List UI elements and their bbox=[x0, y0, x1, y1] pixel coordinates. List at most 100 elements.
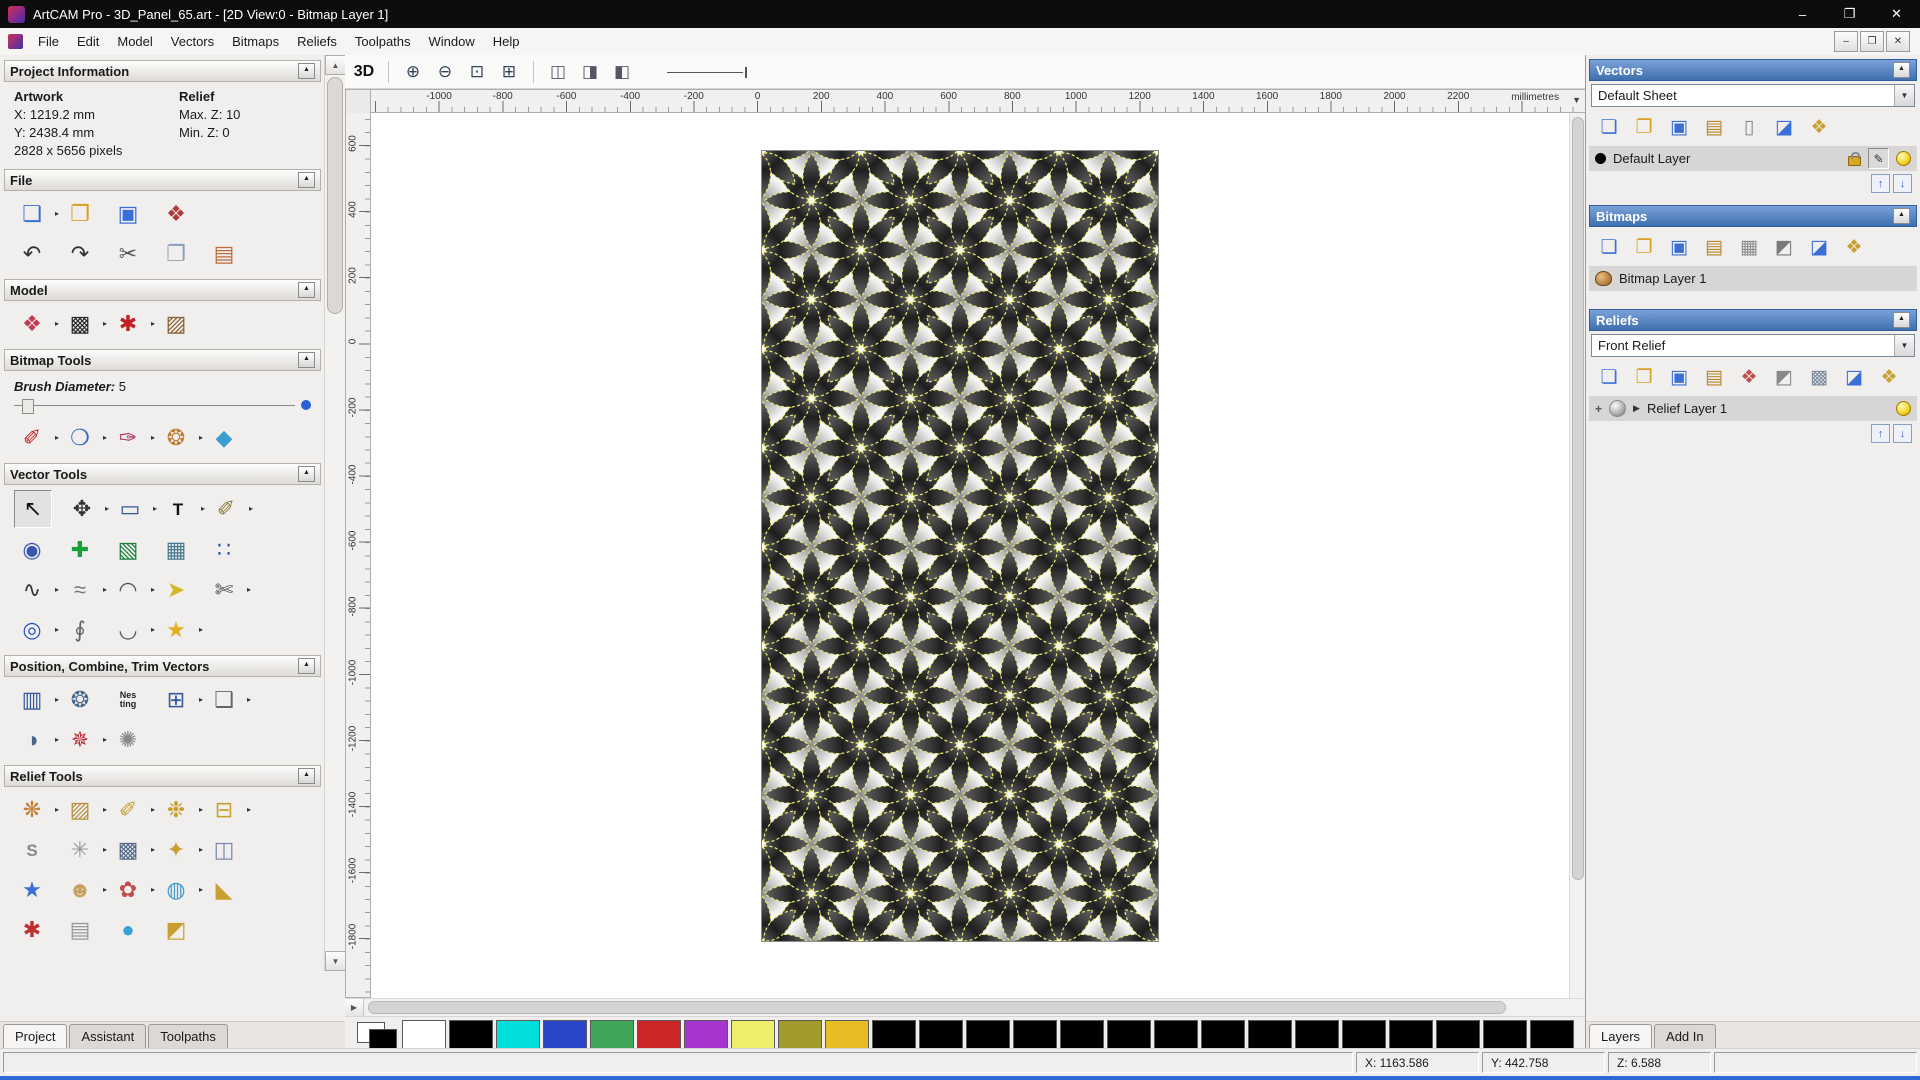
import-bitmap-button[interactable]: ▤ bbox=[1699, 232, 1729, 262]
save-bitmap-layer-button[interactable]: ▣ bbox=[1664, 232, 1694, 262]
create-circle-tool[interactable]: ◎▸ bbox=[14, 612, 50, 648]
zoom-in-tool[interactable]: ⊕ bbox=[400, 59, 426, 85]
mdi-minimize-button[interactable]: – bbox=[1834, 31, 1858, 52]
layer-colour-icon[interactable] bbox=[1595, 153, 1606, 164]
interactive-sculpting-tool[interactable]: ✦▸ bbox=[158, 832, 194, 868]
create-polyline-tool[interactable]: ∿▸ bbox=[14, 572, 50, 608]
section-header-position-combine-trim[interactable]: Position, Combine, Trim Vectors ▲ bbox=[4, 655, 321, 677]
new-model-button[interactable]: ❏▸ bbox=[14, 196, 50, 232]
visibility-bulb-icon[interactable] bbox=[1896, 401, 1911, 416]
palette-tool[interactable]: ❂▸ bbox=[158, 420, 194, 456]
cut-button[interactable]: ✂ bbox=[110, 236, 146, 272]
mdi-close-button[interactable]: ✕ bbox=[1886, 31, 1910, 52]
expand-arrow-icon[interactable]: ▶ bbox=[1633, 403, 1640, 414]
section-header-project-information[interactable]: Project Information ▲ bbox=[4, 60, 321, 82]
greyscale-button[interactable]: ◩ bbox=[1769, 232, 1799, 262]
scrollbar-thumb[interactable] bbox=[1572, 117, 1584, 880]
move-layer-up-icon[interactable]: ↑ bbox=[1871, 174, 1890, 193]
menu-window[interactable]: Window bbox=[420, 29, 484, 54]
vector-layer-row[interactable]: Default Layer ✎ bbox=[1589, 146, 1917, 171]
freehand-curve-tool[interactable]: ≈▸ bbox=[62, 572, 98, 608]
arrow-curve-tool[interactable]: ➤ bbox=[158, 572, 194, 608]
copy-button[interactable]: ❐ bbox=[158, 236, 194, 272]
horizontal-scrollbar[interactable] bbox=[364, 999, 1586, 1016]
collapse-arrow-icon[interactable]: ▲ bbox=[1893, 312, 1910, 328]
align-objects-tool[interactable]: ▥▸ bbox=[14, 682, 50, 718]
undo-button[interactable]: ↶ bbox=[14, 236, 50, 272]
adjust-model-button[interactable]: ▩▸ bbox=[62, 306, 98, 342]
weld-vectors-tool[interactable]: ✵▸ bbox=[62, 722, 98, 758]
snap-points-tool[interactable]: ∷ bbox=[206, 532, 242, 568]
bitmap-contrast-slider[interactable] bbox=[667, 65, 751, 79]
delete-bitmap-layer-button[interactable]: ◪ bbox=[1804, 232, 1834, 262]
relief-layer-row[interactable]: + ▶ Relief Layer 1 bbox=[1589, 396, 1917, 421]
move-layer-down-icon[interactable]: ↓ bbox=[1893, 174, 1912, 193]
pan-button[interactable]: ▶ bbox=[345, 999, 364, 1016]
smooth-curve-tool[interactable]: ∮ bbox=[62, 612, 98, 648]
2d-view[interactable] bbox=[371, 113, 1569, 998]
sculpting-relief-tool[interactable]: ✐▸ bbox=[110, 792, 146, 828]
close-button[interactable]: ✕ bbox=[1873, 0, 1920, 28]
zoom-out-tool[interactable]: ⊖ bbox=[432, 59, 458, 85]
menu-toolpaths[interactable]: Toolpaths bbox=[346, 29, 420, 54]
minimize-button[interactable]: – bbox=[1779, 0, 1826, 28]
document-icon[interactable] bbox=[8, 34, 23, 49]
collapse-arrow-icon[interactable]: ▲ bbox=[298, 63, 315, 79]
open-bitmap-layer-button[interactable]: ❐ bbox=[1629, 232, 1659, 262]
open-relief-layer-button[interactable]: ❐ bbox=[1629, 362, 1659, 392]
relief-slice-tool[interactable]: ◩ bbox=[158, 912, 194, 948]
artwork-panel[interactable] bbox=[761, 150, 1159, 942]
merge-bitmap-layers-button[interactable]: ❖ bbox=[1839, 232, 1869, 262]
measure-tool[interactable]: ✐▸ bbox=[208, 491, 244, 527]
reliefs-section-header[interactable]: Reliefs ▲ bbox=[1589, 309, 1917, 331]
merge-vector-layers-button[interactable]: ❖ bbox=[1804, 112, 1834, 142]
invert-relief-button[interactable]: ◩ bbox=[1769, 362, 1799, 392]
menu-vectors[interactable]: Vectors bbox=[162, 29, 223, 54]
block-copy-tool[interactable]: ⊞▸ bbox=[158, 682, 194, 718]
menu-edit[interactable]: Edit bbox=[68, 29, 108, 54]
menu-reliefs[interactable]: Reliefs bbox=[288, 29, 346, 54]
bitmap-layer-row[interactable]: Bitmap Layer 1 bbox=[1589, 266, 1917, 291]
collapse-arrow-icon[interactable]: ▲ bbox=[298, 658, 315, 674]
chevron-down-icon[interactable]: ▼ bbox=[1894, 85, 1914, 106]
collapse-arrow-icon[interactable]: ▲ bbox=[298, 282, 315, 298]
collapse-arrow-icon[interactable]: ▲ bbox=[298, 172, 315, 188]
collapse-arrow-icon[interactable]: ▲ bbox=[298, 466, 315, 482]
create-text-tool[interactable]: T▸ bbox=[160, 491, 196, 527]
mirror-vectors-tool[interactable]: ◑▸ bbox=[14, 722, 50, 758]
section-header-vector-tools[interactable]: Vector Tools ▲ bbox=[4, 463, 321, 485]
relief-wizard-tool[interactable]: ✱ bbox=[14, 912, 50, 948]
flood-fill-tool[interactable]: ◆ bbox=[206, 420, 242, 456]
maximize-button[interactable]: ❐ bbox=[1826, 0, 1873, 28]
tab-layers[interactable]: Layers bbox=[1589, 1024, 1652, 1049]
slider-thumb[interactable] bbox=[22, 399, 34, 414]
vectors-section-header[interactable]: Vectors ▲ bbox=[1589, 59, 1917, 81]
import-relief-button[interactable]: ▤ bbox=[1699, 362, 1729, 392]
relief-select[interactable]: Front Relief ▼ bbox=[1591, 334, 1915, 357]
add-relief-icon[interactable]: + bbox=[1595, 402, 1602, 416]
tab-toolpaths[interactable]: Toolpaths bbox=[148, 1024, 228, 1049]
tab-assistant[interactable]: Assistant bbox=[69, 1024, 146, 1049]
new-vector-layer-button[interactable]: ❏ bbox=[1594, 112, 1624, 142]
spiral-tool[interactable]: ✺ bbox=[110, 722, 146, 758]
new-bitmap-layer-button[interactable]: ❏ bbox=[1594, 232, 1624, 262]
smart-engraving-tool[interactable]: S bbox=[14, 832, 50, 868]
save-relief-layer-button[interactable]: ▣ bbox=[1664, 362, 1694, 392]
join-vectors-tool[interactable]: ◡▸ bbox=[110, 612, 146, 648]
import-vectors-button[interactable]: ▤ bbox=[1699, 112, 1729, 142]
visibility-bulb-icon[interactable] bbox=[1896, 151, 1911, 166]
smooth-relief-layer-button[interactable]: ❖ bbox=[1734, 362, 1764, 392]
collapse-arrow-icon[interactable]: ▲ bbox=[298, 768, 315, 784]
menu-bitmaps[interactable]: Bitmaps bbox=[223, 29, 288, 54]
toggle-bitmap-view[interactable]: ◫ bbox=[545, 59, 571, 85]
trim-vectors-tool[interactable]: ✄▸ bbox=[206, 572, 242, 608]
ruler-options-icon[interactable]: ▼ bbox=[1572, 95, 1581, 105]
save-vector-layer-button[interactable]: ▣ bbox=[1664, 112, 1694, 142]
sheet-select[interactable]: Default Sheet ▼ bbox=[1591, 84, 1915, 107]
group-vectors-tool[interactable]: ❑▸ bbox=[206, 682, 242, 718]
texture-flow-tool[interactable]: ✿▸ bbox=[110, 872, 146, 908]
menu-model[interactable]: Model bbox=[108, 29, 161, 54]
load-bitmap-button[interactable]: ▨ bbox=[158, 306, 194, 342]
relief-from-image-tool[interactable]: ▩▸ bbox=[110, 832, 146, 868]
tab-add-in[interactable]: Add In bbox=[1654, 1024, 1716, 1049]
